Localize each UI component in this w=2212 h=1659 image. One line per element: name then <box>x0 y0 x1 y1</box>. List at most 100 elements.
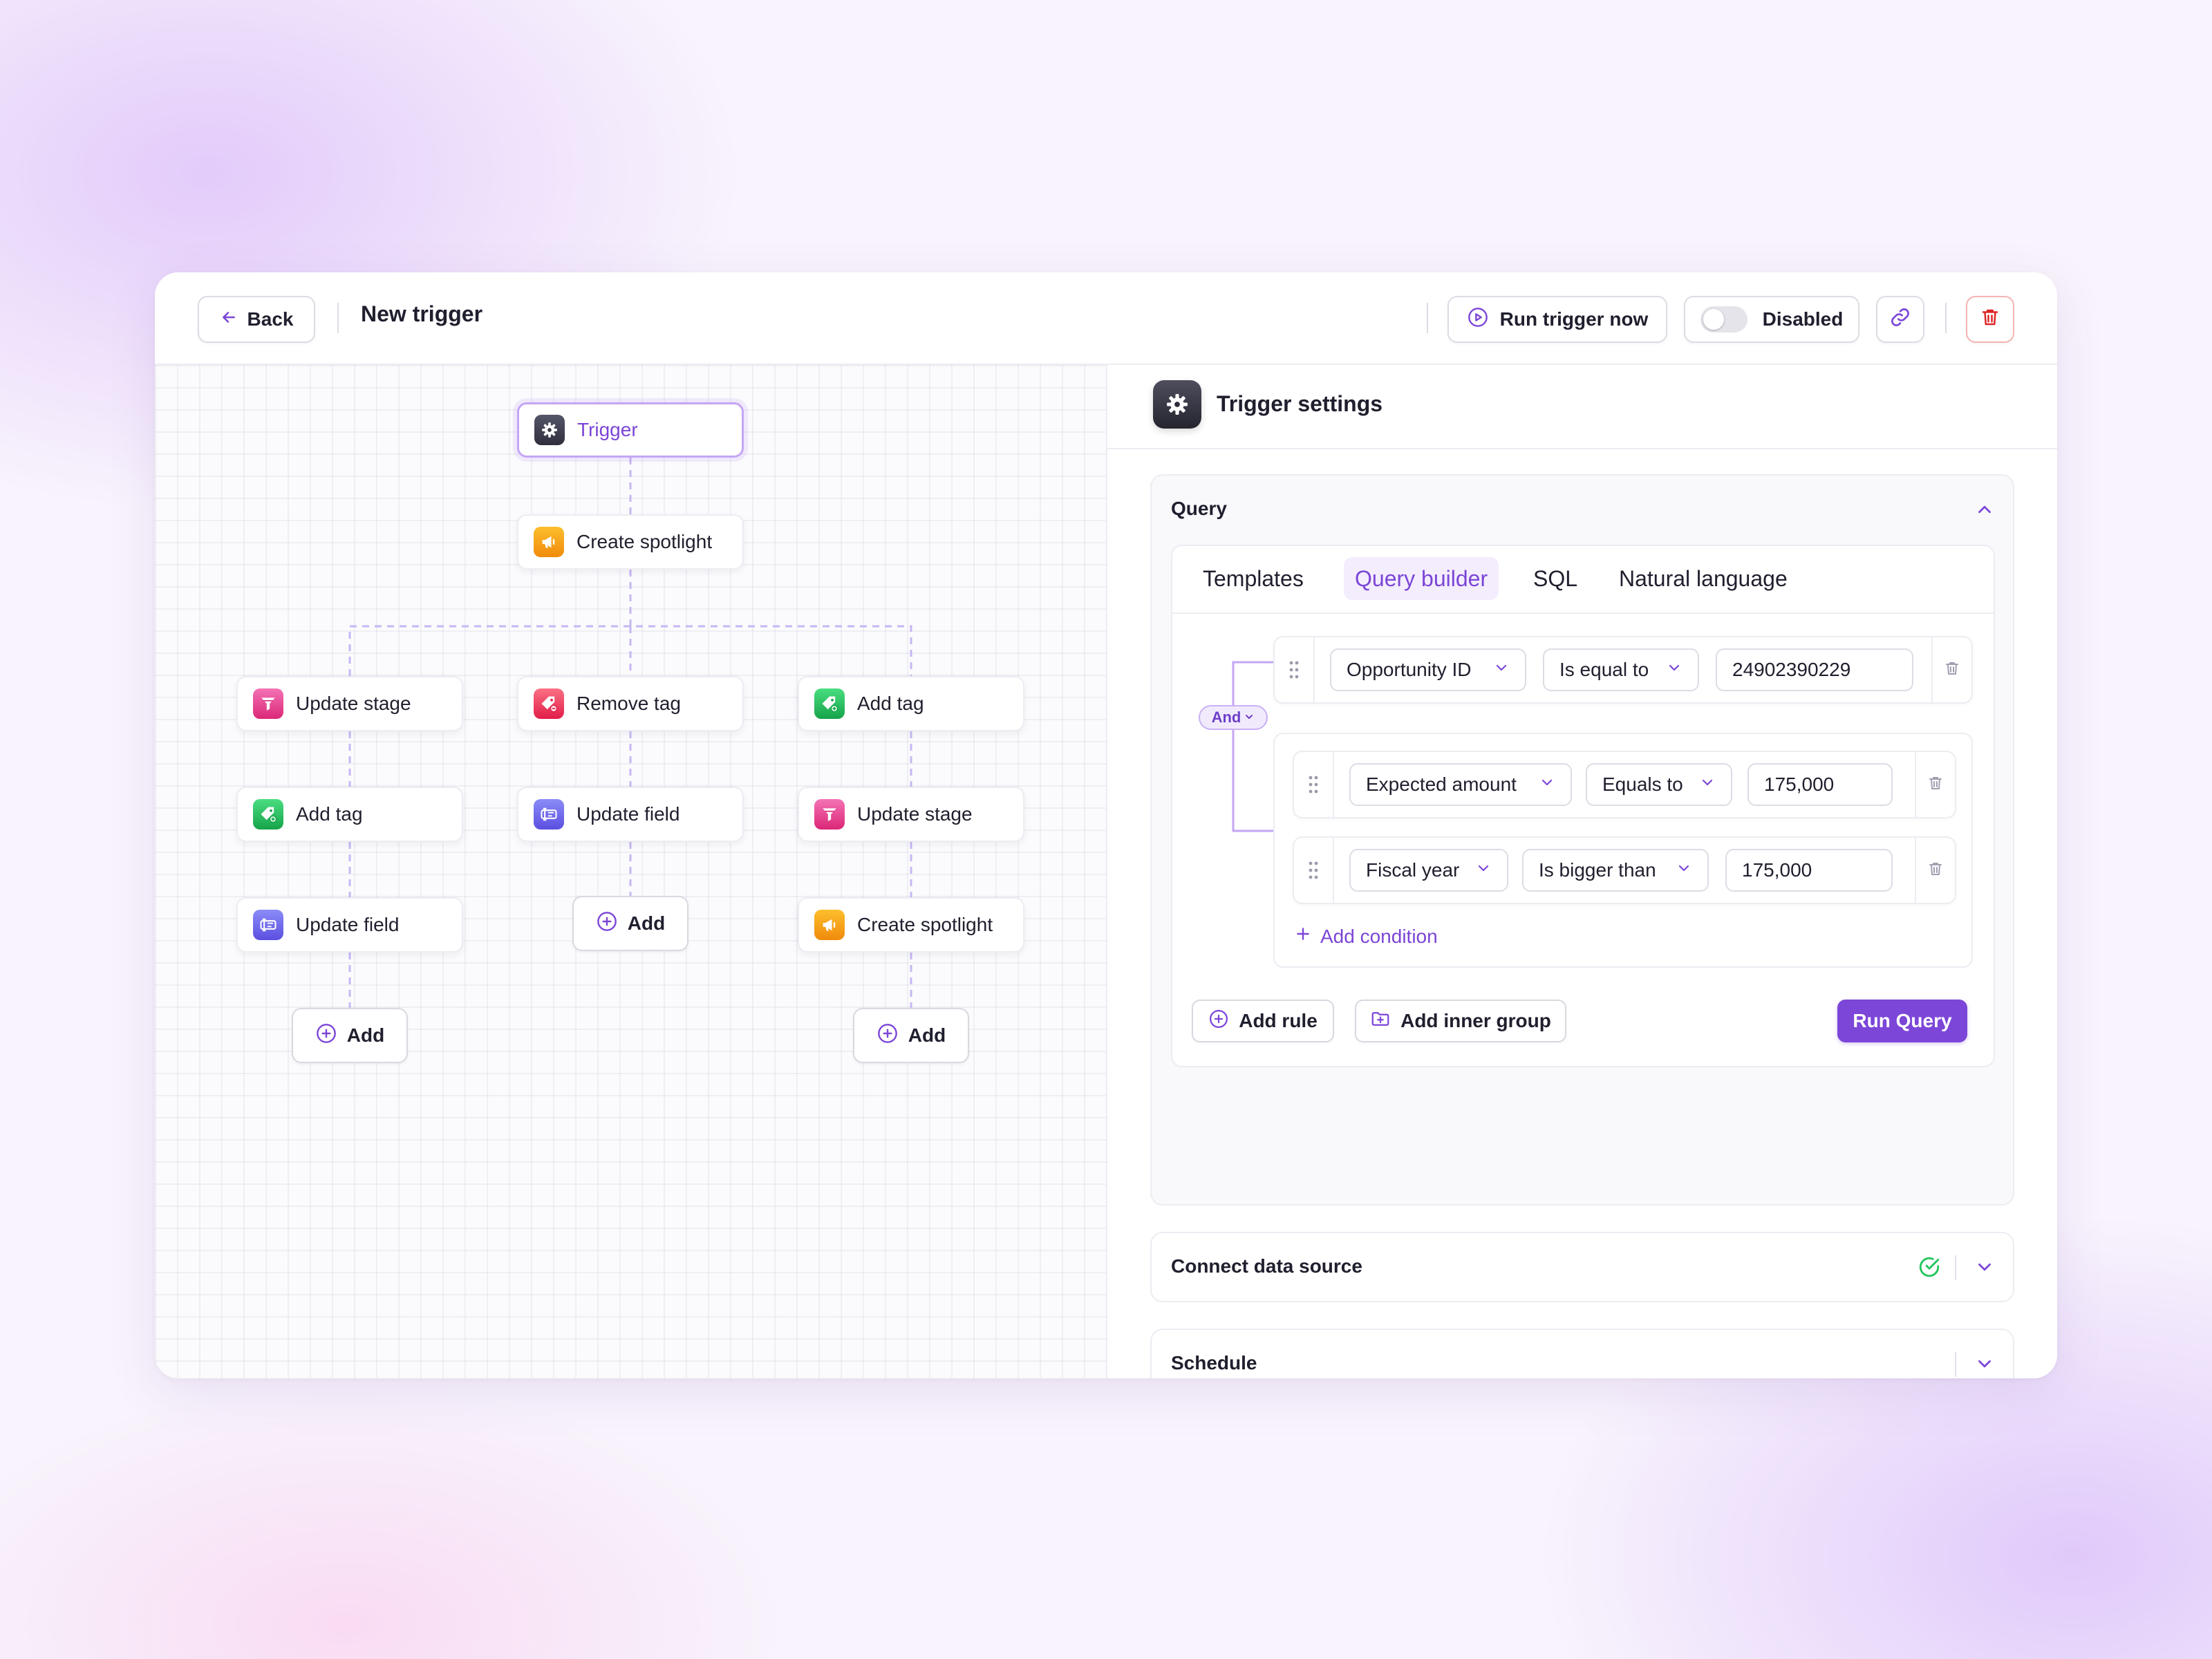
add-condition-button[interactable]: Add condition <box>1294 925 1438 948</box>
chevron-down-icon <box>1244 709 1255 727</box>
funnel-icon <box>253 688 283 719</box>
funnel-icon <box>814 799 845 830</box>
add-rule-button[interactable]: Add rule <box>1192 1000 1334 1042</box>
add-inner-group-label: Add inner group <box>1400 1010 1551 1031</box>
trigger-editor-window: Back New trigger Run trigger now Disable… <box>155 272 2057 1378</box>
node-label: Add tag <box>296 803 363 825</box>
plus-circle-icon <box>315 1022 337 1049</box>
add-condition-label: Add condition <box>1320 925 1438 947</box>
chevron-down-icon[interactable] <box>1974 1257 1995 1281</box>
tag-icon <box>253 799 283 830</box>
flow-canvas[interactable]: Trigger Create spotlight Update stage Ad… <box>155 365 1107 1378</box>
action-node-update-field[interactable]: Update field <box>517 787 744 842</box>
combinator-bracket <box>1232 661 1273 832</box>
plus-circle-icon <box>596 910 618 937</box>
chevron-down-icon <box>1475 859 1492 881</box>
divider <box>1945 303 1947 333</box>
chevron-up-icon[interactable] <box>1974 499 1995 523</box>
action-node-update-stage[interactable]: Update stage <box>236 676 463 731</box>
query-rule: Expected amount Equals to 175,000 <box>1293 751 1956 818</box>
chevron-down-icon <box>1539 774 1555 796</box>
operator-select-value: Equals to <box>1602 774 1683 795</box>
tab-query-builder[interactable]: Query builder <box>1344 557 1499 600</box>
copy-link-button[interactable] <box>1876 296 1924 343</box>
node-label: Update field <box>296 914 400 935</box>
delete-rule-button[interactable] <box>1915 752 1955 817</box>
check-circle-icon <box>1918 1255 1941 1282</box>
chevron-down-icon <box>1666 659 1683 681</box>
trigger-settings-panel: Trigger settings Query Templates Query b… <box>1107 365 2057 1378</box>
action-node-remove-tag[interactable]: Remove tag <box>517 676 744 731</box>
add-inner-group-button[interactable]: Add inner group <box>1355 1000 1566 1042</box>
action-node-update-field[interactable]: Update field <box>236 897 463 953</box>
field-select[interactable]: Opportunity ID <box>1330 648 1526 691</box>
chevron-down-icon <box>1493 659 1510 681</box>
action-node-create-spotlight[interactable]: Create spotlight <box>798 897 1024 953</box>
back-label: Back <box>247 308 294 330</box>
text-field-icon <box>534 799 564 830</box>
trash-icon <box>1927 861 1944 881</box>
combinator-label: And <box>1211 709 1241 726</box>
query-section-title[interactable]: Query <box>1171 498 1227 520</box>
query-builder-card: Templates Query builder SQL Natural lang… <box>1171 545 1995 1067</box>
operator-select-value: Is bigger than <box>1539 859 1656 881</box>
rule-group: Expected amount Equals to 175,000 Fiscal… <box>1273 733 1973 968</box>
operator-select[interactable]: Is equal to <box>1543 648 1699 691</box>
tag-icon <box>534 688 564 719</box>
chevron-down-icon <box>1676 859 1692 881</box>
panel-header: Trigger settings <box>1107 365 2057 449</box>
delete-rule-button[interactable] <box>1931 637 1971 702</box>
folder-plus-icon <box>1370 1009 1391 1034</box>
trash-icon <box>1944 660 1960 680</box>
action-node-add-tag[interactable]: Add tag <box>236 787 463 842</box>
delete-trigger-button[interactable] <box>1966 296 2014 343</box>
value-input[interactable]: 175,000 <box>1725 849 1893 892</box>
operator-select[interactable]: Is bigger than <box>1522 849 1709 892</box>
action-node-update-stage[interactable]: Update stage <box>798 787 1024 842</box>
add-step-button[interactable]: Add <box>853 1008 969 1063</box>
combinator-dropdown[interactable]: And <box>1199 705 1268 730</box>
field-select[interactable]: Fiscal year <box>1349 849 1508 892</box>
node-label: Add tag <box>857 693 924 714</box>
add-label: Add <box>908 1024 946 1046</box>
schedule-section[interactable]: Schedule <box>1150 1329 2014 1378</box>
drag-handle-icon[interactable] <box>1294 752 1334 817</box>
back-button[interactable]: Back <box>198 296 315 343</box>
node-label: Create spotlight <box>577 531 713 552</box>
operator-select[interactable]: Equals to <box>1586 763 1732 806</box>
drag-handle-icon[interactable] <box>1275 637 1315 702</box>
chevron-down-icon[interactable] <box>1974 1353 1995 1378</box>
action-node-create-spotlight[interactable]: Create spotlight <box>517 514 744 570</box>
field-select[interactable]: Expected amount <box>1349 763 1572 806</box>
plus-circle-icon <box>1208 1009 1229 1034</box>
node-label: Update stage <box>857 803 973 825</box>
enable-toggle[interactable]: Disabled <box>1684 296 1859 343</box>
trigger-node[interactable]: Trigger <box>517 402 744 458</box>
toggle-knob <box>1703 309 1724 330</box>
plus-circle-icon <box>877 1022 899 1049</box>
tab-sql[interactable]: SQL <box>1522 557 1588 600</box>
add-step-button[interactable]: Add <box>572 896 688 951</box>
action-node-add-tag[interactable]: Add tag <box>798 676 1024 731</box>
run-query-button[interactable]: Run Query <box>1837 1000 1967 1042</box>
top-bar: Back New trigger Run trigger now Disable… <box>155 272 2057 365</box>
node-label: Update stage <box>296 693 411 714</box>
node-label: Create spotlight <box>857 914 993 935</box>
delete-rule-button[interactable] <box>1915 838 1955 903</box>
plus-icon <box>1294 925 1312 948</box>
run-trigger-button[interactable]: Run trigger now <box>1447 296 1667 343</box>
toggle-switch[interactable] <box>1700 306 1747 332</box>
play-circle-icon <box>1467 306 1489 333</box>
page-title: New trigger <box>361 301 483 326</box>
query-tabs: Templates Query builder SQL Natural lang… <box>1172 546 1994 614</box>
tab-natural-language[interactable]: Natural language <box>1608 557 1799 600</box>
value-input[interactable]: 24902390229 <box>1716 648 1913 691</box>
add-step-button[interactable]: Add <box>292 1008 408 1063</box>
field-select-value: Opportunity ID <box>1347 659 1472 680</box>
drag-handle-icon[interactable] <box>1294 838 1334 903</box>
operator-select-value: Is equal to <box>1559 659 1649 680</box>
connect-data-source-section[interactable]: Connect data source <box>1150 1232 2014 1302</box>
value-input[interactable]: 175,000 <box>1747 763 1893 806</box>
tag-icon <box>814 688 845 719</box>
connect-section-title: Connect data source <box>1171 1255 1362 1277</box>
